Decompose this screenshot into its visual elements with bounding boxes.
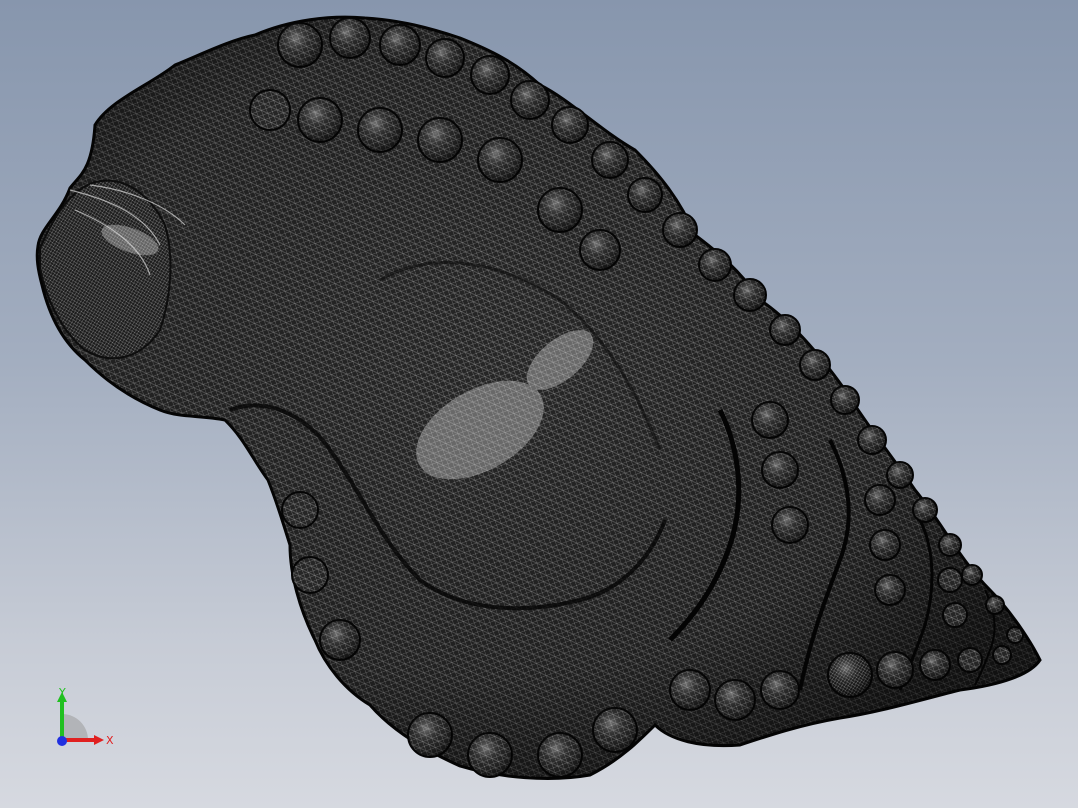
- triad-plane-shading: [62, 714, 88, 740]
- graphics-viewport[interactable]: Y X: [0, 0, 1078, 808]
- x-axis-label: X: [106, 734, 114, 747]
- coordinate-triad: Y X: [57, 686, 114, 747]
- z-axis-dot: [57, 736, 67, 746]
- seashell-mesh-model[interactable]: [0, 0, 1078, 808]
- y-axis-label: Y: [58, 686, 66, 699]
